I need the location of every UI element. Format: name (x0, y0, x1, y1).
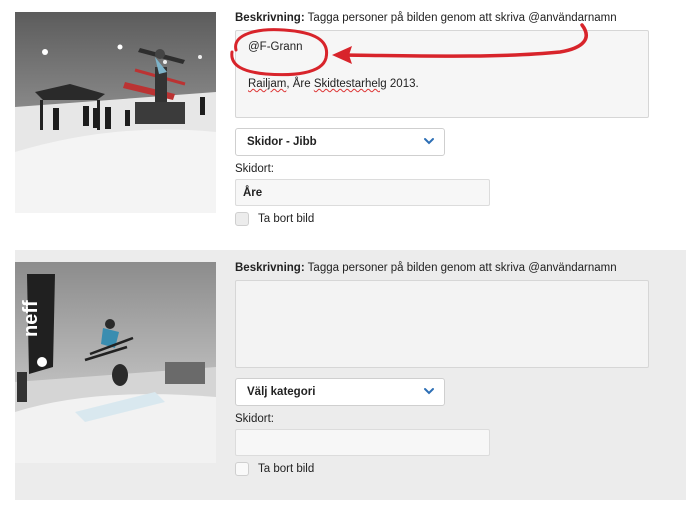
description-header: Beskrivning: Tagga personer på bilden ge… (235, 12, 617, 24)
photo-thumbnail-snowboard[interactable] (15, 12, 216, 213)
photo-card-2: neff Beskrivning: Tagga personer på bild… (15, 250, 686, 500)
description-textarea[interactable] (235, 280, 649, 368)
remove-image-checkbox[interactable] (235, 212, 249, 226)
description-label: Beskrivning: (235, 262, 305, 274)
snowboard-photo-icon (15, 12, 216, 213)
photo-thumbnail-ski-jump[interactable]: neff (15, 262, 216, 463)
description-hint: Tagga personer på bilden genom att skriv… (307, 262, 617, 274)
category-select-value: Välj kategori (247, 386, 316, 398)
remove-image-label[interactable]: Ta bort bild (258, 213, 314, 225)
description-hint: Tagga personer på bilden genom att skriv… (307, 12, 617, 24)
description-text-part: , Åre (286, 78, 314, 90)
ski-resort-value: Åre (243, 187, 263, 199)
ski-jump-photo-icon: neff (15, 262, 216, 463)
ski-resort-input[interactable] (235, 429, 490, 456)
category-select-value: Skidor - Jibb (247, 136, 317, 148)
neff-banner-text: neff (20, 300, 42, 337)
ski-resort-label: Skidort: (235, 413, 274, 425)
description-label: Beskrivning: (235, 12, 305, 24)
description-body-text: Railjam, Åre Skidtestarhelg 2013. (248, 77, 419, 91)
remove-image-checkbox[interactable] (235, 462, 249, 476)
ski-resort-input[interactable]: Åre (235, 179, 490, 206)
remove-image-label[interactable]: Ta bort bild (258, 463, 314, 475)
spellcheck-word: Skidtestarhelg (313, 78, 387, 90)
description-text-part: 2013. (386, 78, 419, 90)
ski-resort-label: Skidort: (235, 163, 274, 175)
description-header: Beskrivning: Tagga personer på bilden ge… (235, 262, 617, 274)
photo-card-1: Beskrivning: Tagga personer på bilden ge… (15, 0, 686, 235)
spellcheck-word: Railjam (248, 78, 287, 90)
category-select[interactable]: Välj kategori (235, 378, 445, 406)
description-textarea[interactable]: @F-Grann Railjam, Åre Skidtestarhelg 201… (235, 30, 649, 118)
description-mention-text: @F-Grann (248, 41, 303, 53)
chevron-down-icon (424, 138, 434, 145)
category-select[interactable]: Skidor - Jibb (235, 128, 445, 156)
chevron-down-icon (424, 388, 434, 395)
